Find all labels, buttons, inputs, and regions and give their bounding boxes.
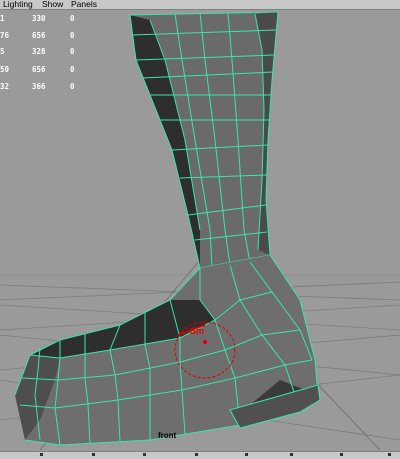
hud-row-value: 328 <box>32 47 46 56</box>
hud-row-label: 1 <box>0 14 5 23</box>
menu-show[interactable]: Show <box>42 0 63 9</box>
time-tick <box>92 453 95 456</box>
hud-row-value: 0 <box>70 82 75 91</box>
softmod-label: Sm <box>190 326 205 336</box>
time-tick <box>388 453 391 456</box>
time-tick <box>245 453 248 456</box>
hud-row-label: 5 <box>0 47 5 56</box>
hud-row-value: 656 <box>32 65 46 74</box>
time-tick <box>290 453 293 456</box>
time-tick <box>40 453 43 456</box>
boot-foot <box>14 254 321 446</box>
time-tick <box>195 453 198 456</box>
hud-row-label: 32 <box>0 82 10 91</box>
menu-panels[interactable]: Panels <box>71 0 97 9</box>
time-tick <box>340 453 343 456</box>
time-tick <box>143 453 146 456</box>
hud-row-value: 656 <box>32 31 46 40</box>
hud-row-label: 76 <box>0 31 10 40</box>
camera-label: front <box>158 431 177 440</box>
hud-row-value: 0 <box>70 65 75 74</box>
boot-shaft <box>129 11 279 269</box>
menu-lighting[interactable]: Lighting <box>3 0 33 9</box>
hud-row-value: 0 <box>70 31 75 40</box>
panel-menubar: Lighting Show Panels <box>0 0 400 10</box>
hud-row-value: 0 <box>70 47 75 56</box>
hud-row-value: 366 <box>32 82 46 91</box>
hud-row-value: 0 <box>70 14 75 23</box>
hud-row-value: 330 <box>32 14 46 23</box>
heads-up-display: 1 330 0 76 656 0 5 328 0 50 656 0 32 366… <box>0 10 90 100</box>
hud-row-label: 50 <box>0 65 10 74</box>
